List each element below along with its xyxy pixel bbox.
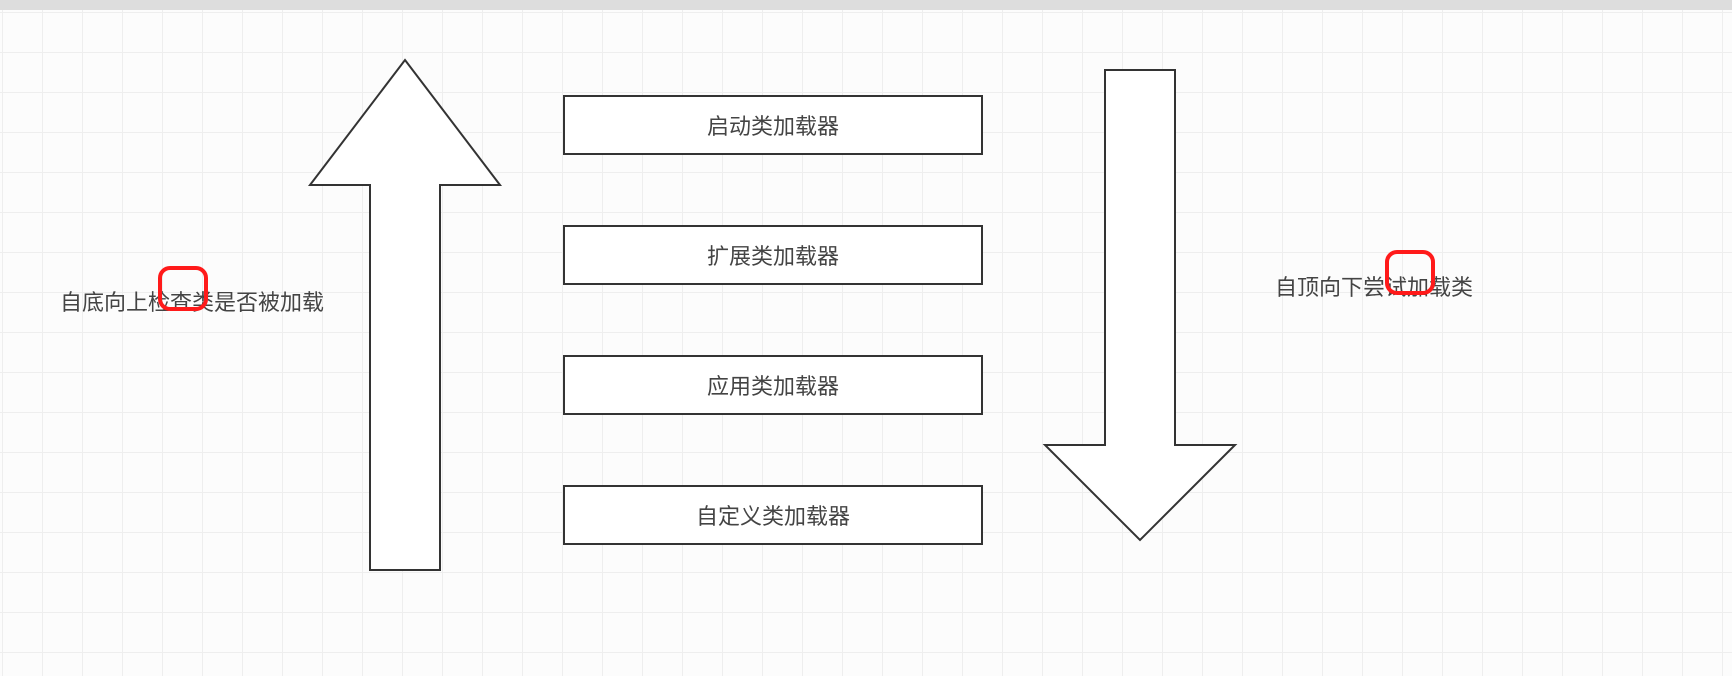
custom-classloader-label: 自定义类加载器: [696, 499, 850, 531]
top-bar: [0, 0, 1732, 10]
application-classloader-box: 应用类加载器: [563, 355, 983, 415]
bootstrap-classloader-box: 启动类加载器: [563, 95, 983, 155]
application-classloader-label: 应用类加载器: [707, 369, 839, 401]
extension-classloader-label: 扩展类加载器: [707, 239, 839, 271]
extension-classloader-box: 扩展类加载器: [563, 225, 983, 285]
arrow-up-icon: [305, 55, 505, 575]
right-caption: 自顶向下尝试加载类: [1275, 270, 1473, 302]
custom-classloader-box: 自定义类加载器: [563, 485, 983, 545]
arrow-down-icon: [1040, 65, 1240, 545]
diagram-canvas: 自底向上检查类是否被加载 自顶向下尝试加载类 启动类加载器 扩展类加载器 应用类…: [0, 10, 1732, 676]
highlight-marker-right: [1385, 250, 1435, 295]
bootstrap-classloader-label: 启动类加载器: [707, 109, 839, 141]
highlight-marker-left: [158, 266, 208, 311]
